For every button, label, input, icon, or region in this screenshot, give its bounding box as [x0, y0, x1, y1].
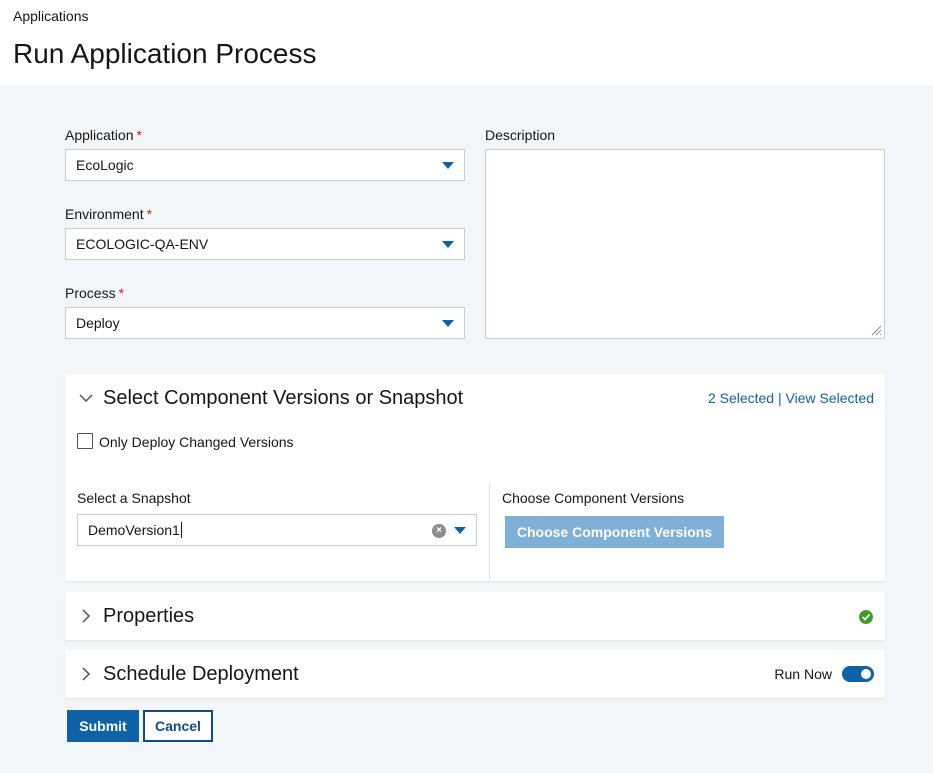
schedule-deployment-title: Schedule Deployment: [103, 663, 299, 685]
selected-count-link[interactable]: 2 Selected: [708, 390, 774, 406]
run-now-toggle[interactable]: [842, 666, 874, 682]
view-selected-link[interactable]: View Selected: [786, 390, 874, 406]
description-label: Description: [485, 127, 556, 143]
component-versions-panel: Select Component Versions or Snapshot 2 …: [65, 374, 885, 581]
properties-panel[interactable]: Properties: [65, 592, 885, 640]
component-versions-label: Choose Component Versions: [502, 490, 685, 506]
only-changed-label[interactable]: Only Deploy Changed Versions: [99, 434, 294, 450]
caret-down-icon: [442, 241, 454, 248]
required-mark: *: [136, 127, 142, 143]
schedule-deployment-panel[interactable]: Schedule Deployment Run Now: [65, 650, 885, 698]
check-circle-icon: [859, 610, 873, 624]
run-now-label: Run Now: [774, 666, 832, 682]
caret-down-icon: [442, 320, 454, 327]
chevron-right-icon[interactable]: [79, 667, 93, 681]
environment-label: Environment *: [65, 206, 152, 222]
required-mark: *: [146, 206, 153, 222]
snapshot-select[interactable]: DemoVersion1 ×: [77, 514, 477, 546]
process-label: Process *: [65, 285, 124, 301]
page-header: Applications Run Application Process: [0, 0, 933, 85]
snapshot-label: Select a Snapshot: [77, 490, 191, 506]
page-title: Run Application Process: [13, 38, 317, 69]
submit-button[interactable]: Submit: [67, 710, 139, 742]
only-changed-checkbox[interactable]: [77, 433, 93, 449]
environment-label-text: Environment: [65, 206, 144, 222]
caret-down-icon: [442, 162, 454, 169]
application-select[interactable]: EcoLogic: [65, 149, 465, 181]
separator: |: [778, 390, 782, 406]
snapshot-value: DemoVersion1: [88, 522, 180, 538]
application-label-text: Application: [65, 127, 134, 143]
chevron-right-icon[interactable]: [79, 609, 93, 623]
cancel-button[interactable]: Cancel: [143, 710, 213, 742]
resize-grip-icon[interactable]: [870, 324, 882, 336]
process-label-text: Process: [65, 285, 116, 301]
caret-down-icon[interactable]: [454, 527, 466, 534]
component-versions-title: Select Component Versions or Snapshot: [103, 387, 464, 409]
toggle-knob: [861, 669, 871, 679]
text-cursor: [180, 522, 182, 538]
chevron-down-icon[interactable]: [79, 391, 93, 405]
environment-select[interactable]: ECOLOGIC-QA-ENV: [65, 228, 465, 260]
application-label: Application *: [65, 127, 142, 143]
required-mark: *: [118, 285, 125, 301]
properties-title: Properties: [103, 605, 195, 627]
breadcrumb-applications[interactable]: Applications: [13, 8, 89, 24]
process-value: Deploy: [76, 315, 120, 331]
choose-component-versions-button[interactable]: Choose Component Versions: [505, 516, 724, 548]
description-textarea[interactable]: [485, 149, 885, 339]
environment-value: ECOLOGIC-QA-ENV: [76, 236, 209, 252]
column-divider: [489, 484, 490, 580]
application-value: EcoLogic: [76, 157, 134, 173]
selection-summary: 2 Selected | View Selected: [708, 390, 874, 406]
process-select[interactable]: Deploy: [65, 307, 465, 339]
clear-icon[interactable]: ×: [432, 524, 446, 538]
